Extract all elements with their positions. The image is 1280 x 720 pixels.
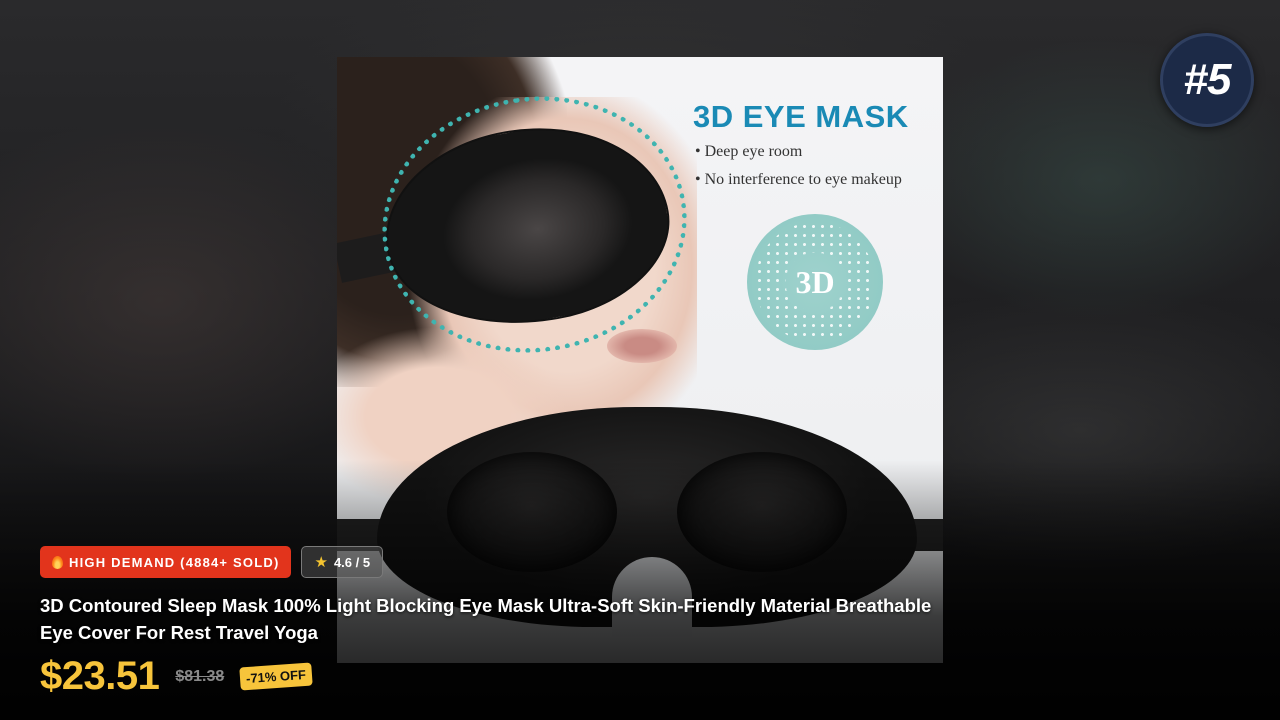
product-info: HIGH DEMAND (4884+ SOLD) ★ 4.6 / 5 3D Co… (40, 546, 940, 699)
image-feature-list: Deep eye room No interference to eye mak… (695, 143, 902, 199)
image-feature-item: No interference to eye makeup (695, 171, 902, 189)
3d-badge: 3D (747, 214, 883, 350)
high-demand-label: HIGH DEMAND (4884+ SOLD) (69, 554, 280, 570)
badge-row: HIGH DEMAND (4884+ SOLD) ★ 4.6 / 5 (40, 546, 940, 578)
image-feature-item: Deep eye room (695, 143, 902, 161)
price-row: $23.51 $81.38 -71% OFF (40, 654, 940, 699)
image-heading: 3D EYE MASK (693, 99, 909, 134)
rank-label: #5 (1183, 55, 1232, 104)
flame-icon (52, 555, 63, 569)
rating-value: 4.6 / 5 (333, 554, 371, 570)
discount-badge: -71% OFF (239, 662, 313, 691)
current-price: $23.51 (40, 654, 160, 698)
star-icon: ★ (314, 553, 328, 571)
high-demand-badge: HIGH DEMAND (4884+ SOLD) (40, 546, 292, 578)
product-title: 3D Contoured Sleep Mask 100% Light Block… (40, 595, 932, 643)
original-price: $81.38 (175, 667, 225, 685)
model-lips (607, 329, 677, 363)
rank-badge: #5 (1160, 33, 1254, 127)
3d-badge-label: 3D (795, 263, 835, 300)
rating-badge: ★ 4.6 / 5 (301, 546, 384, 578)
